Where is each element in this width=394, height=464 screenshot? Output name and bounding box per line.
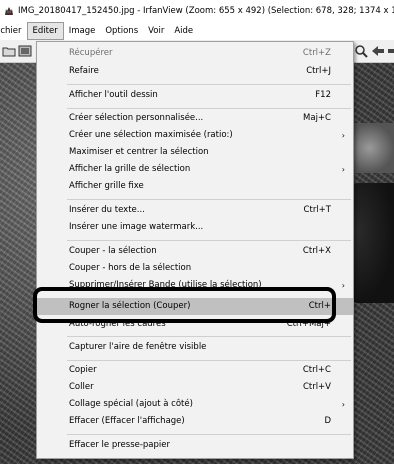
open-folder-icon[interactable] bbox=[2, 44, 16, 58]
menu-item-afficher-grille-selection[interactable]: Afficher la grille de sélection › bbox=[37, 161, 353, 178]
search-icon[interactable] bbox=[354, 44, 368, 58]
menu-separator bbox=[67, 434, 351, 435]
menu-bar: ichier Editer Image Options Voir Aide bbox=[0, 22, 394, 40]
menu-item-copier[interactable]: Copier Ctrl+C bbox=[37, 362, 353, 379]
menu-item-auto-rogner[interactable]: Auto-rogner les cadres Ctrl+Maj+ bbox=[37, 316, 353, 333]
window-title: IMG_20180417_152450.jpg - IrfanView (Zoo… bbox=[18, 6, 394, 16]
menu-item-capturer-aire[interactable]: Capturer l'aire de fenêtre visible bbox=[37, 339, 353, 356]
menu-item-effacer-presse-papier[interactable]: Effacer le presse-papier bbox=[37, 437, 353, 454]
menu-item-inserer-texte[interactable]: Insérer du texte... Ctrl+T bbox=[37, 202, 353, 219]
menu-item-maximiser-centrer[interactable]: Maximiser et centrer la sélection bbox=[37, 144, 353, 161]
menu-item-creer-selection-personnalisee[interactable]: Créer sélection personnalisée... Maj+C bbox=[37, 110, 353, 127]
menu-item-afficher-grille-fixe[interactable]: Afficher grille fixe bbox=[37, 178, 353, 195]
menu-options[interactable]: Options bbox=[100, 22, 143, 40]
menu-voir[interactable]: Voir bbox=[143, 22, 169, 40]
menu-separator bbox=[67, 108, 351, 109]
menu-separator bbox=[67, 336, 351, 337]
chevron-right-icon: › bbox=[341, 281, 345, 290]
menu-separator bbox=[67, 360, 351, 361]
title-bar: IMG_20180417_152450.jpg - IrfanView (Zoo… bbox=[0, 0, 394, 22]
menu-item-collage-special[interactable]: Collage spécial (ajout à côté) › bbox=[37, 396, 353, 413]
menu-image[interactable]: Image bbox=[64, 22, 101, 40]
menu-item-couper-selection[interactable]: Couper - la sélection Ctrl+X bbox=[37, 243, 353, 260]
edit-menu-dropdown: Récupérer Ctrl+Z Refaire Ctrl+J Afficher… bbox=[36, 41, 354, 459]
menu-fichier[interactable]: ichier bbox=[0, 22, 27, 40]
menu-item-recuperer: Récupérer Ctrl+Z bbox=[69, 48, 331, 58]
chevron-right-icon: › bbox=[341, 400, 345, 409]
menu-item-effacer[interactable]: Effacer (Effacer l'affichage) D bbox=[37, 413, 353, 430]
menu-separator bbox=[67, 240, 351, 241]
menu-item-rogner-selection[interactable]: Rogner la sélection (Couper) Ctrl+ bbox=[37, 298, 353, 315]
menu-item-supprimer-inserer-bande[interactable]: Supprimer/Insérer Bande (utilise la séle… bbox=[37, 277, 353, 294]
menu-separator bbox=[67, 199, 351, 200]
back-arrow-icon[interactable] bbox=[371, 44, 385, 58]
menu-item-refaire[interactable]: Refaire Ctrl+J bbox=[37, 63, 353, 80]
menu-item-couper-hors-selection[interactable]: Couper - hors de la sélection bbox=[37, 260, 353, 277]
menu-aide[interactable]: Aide bbox=[169, 22, 198, 40]
irfanview-cat-icon[interactable] bbox=[4, 6, 14, 16]
forward-arrow-icon[interactable] bbox=[388, 44, 394, 58]
menu-item-coller[interactable]: Coller Ctrl+V bbox=[37, 379, 353, 396]
chevron-right-icon: › bbox=[341, 131, 345, 140]
menu-editer[interactable]: Editer bbox=[26, 22, 64, 40]
menu-item-creer-selection-maximisee[interactable]: Créer une sélection maximisée (ratio:) › bbox=[37, 127, 353, 144]
menu-separator bbox=[67, 84, 351, 85]
chevron-right-icon: › bbox=[341, 165, 345, 174]
menu-item-inserer-watermark[interactable]: Insérer une image watermark... bbox=[37, 219, 353, 236]
slideshow-icon[interactable] bbox=[18, 44, 32, 58]
menu-item-afficher-outil-dessin[interactable]: Afficher l'outil dessin F12 bbox=[37, 87, 353, 104]
